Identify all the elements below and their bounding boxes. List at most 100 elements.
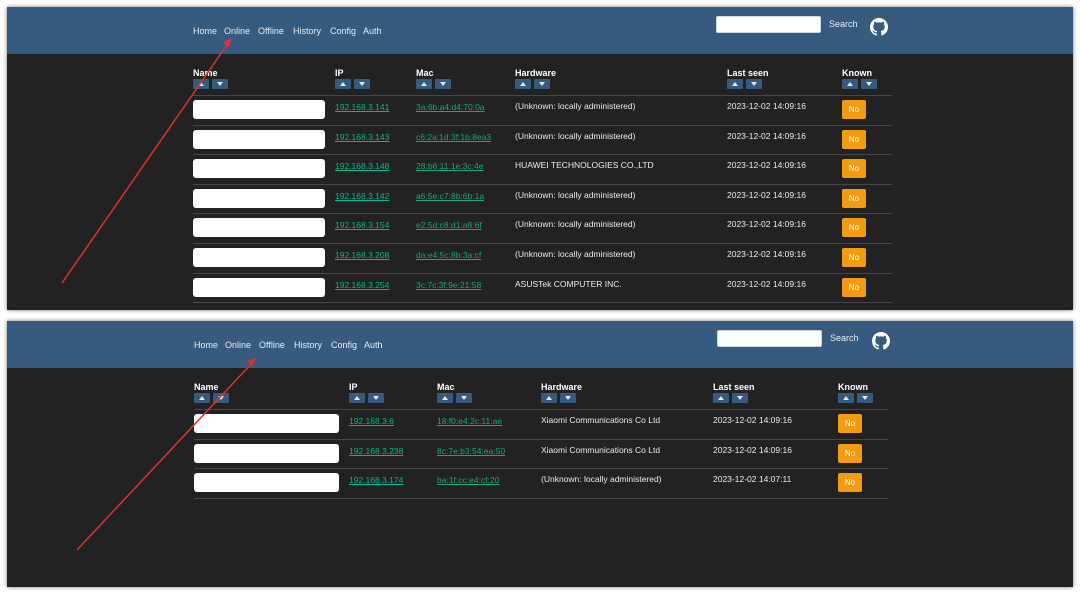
sort-descending-button[interactable] (368, 393, 384, 403)
sort-ascending-button[interactable] (541, 393, 557, 403)
device-name-input[interactable] (193, 278, 325, 297)
nav-link-offline[interactable]: Offline (258, 26, 284, 36)
known-toggle-button[interactable]: No (842, 218, 866, 237)
nav-link-home[interactable]: Home (193, 26, 217, 36)
sort-ascending-button[interactable] (842, 79, 858, 89)
ip-link[interactable]: 192.168.3.141 (335, 102, 389, 112)
nav-link-home[interactable]: Home (194, 340, 218, 350)
sort-descending-button[interactable] (534, 79, 550, 89)
last-seen-text: 2023-12-02 14:09:16 (727, 190, 806, 200)
nav-link-online[interactable]: Online (224, 26, 250, 36)
sort-controls-ip (349, 393, 384, 403)
column-header-mac: Mac (437, 382, 455, 392)
search-input[interactable] (717, 330, 822, 347)
navbar: Home Online Offline History Config Auth Search (7, 7, 1073, 54)
hardware-text: (Unknown: locally administered) (515, 219, 636, 229)
sort-ascending-button[interactable] (349, 393, 365, 403)
ip-link[interactable]: 192.168.3.238 (349, 446, 403, 456)
mac-link[interactable]: e2:5d:c8:d1:a8:6f (416, 220, 482, 230)
sort-up-icon (198, 82, 204, 86)
mac-link[interactable]: 3a:6b:a4:d4:70:0a (416, 102, 485, 112)
device-name-input[interactable] (193, 248, 325, 267)
column-header-hardware: Hardware (541, 382, 583, 392)
mac-link[interactable]: 8c:7e:b3:54:ea:50 (437, 446, 505, 456)
sort-descending-button[interactable] (857, 393, 873, 403)
sort-descending-button[interactable] (861, 79, 877, 89)
sort-controls-known (842, 79, 877, 89)
known-toggle-button[interactable]: No (842, 100, 866, 119)
device-name-input[interactable] (194, 414, 339, 433)
github-icon[interactable] (872, 332, 890, 350)
sort-ascending-button[interactable] (727, 79, 743, 89)
nav-link-offline[interactable]: Offline (259, 340, 285, 350)
nav-link-config[interactable]: Config (331, 340, 357, 350)
ip-link[interactable]: 192.168.3.142 (335, 191, 389, 201)
mac-link[interactable]: 18:f0:e4:2c:11:ae (437, 416, 502, 426)
row-divider (194, 468, 888, 469)
mac-link[interactable]: da:e4:5c:8b:3a:cf (416, 250, 481, 260)
known-toggle-button[interactable]: No (842, 248, 866, 267)
mac-link[interactable]: ba:1f:cc:e4:cf:20 (437, 475, 499, 485)
sort-ascending-button[interactable] (335, 79, 351, 89)
search-button[interactable]: Search (830, 333, 859, 343)
row-divider (193, 154, 892, 155)
sort-ascending-button[interactable] (713, 393, 729, 403)
search-button[interactable]: Search (829, 19, 858, 29)
github-icon[interactable] (870, 18, 888, 36)
sort-ascending-button[interactable] (193, 79, 209, 89)
sort-ascending-button[interactable] (194, 393, 210, 403)
hardware-text: Xiaomi Communications Co Ltd (541, 415, 661, 425)
nav-link-history[interactable]: History (293, 26, 321, 36)
known-toggle-button[interactable]: No (842, 130, 866, 149)
known-toggle-button[interactable]: No (838, 414, 862, 433)
nav-link-auth[interactable]: Auth (364, 340, 383, 350)
known-toggle-button[interactable]: No (838, 473, 862, 492)
device-name-input[interactable] (193, 218, 325, 237)
sort-descending-button[interactable] (560, 393, 576, 403)
sort-descending-button[interactable] (435, 79, 451, 89)
ip-link[interactable]: 192.168.3.174 (349, 475, 403, 485)
hardware-text: Xiaomi Communications Co Ltd (541, 445, 661, 455)
search-input[interactable] (716, 16, 821, 33)
device-name-input[interactable] (193, 100, 325, 119)
sort-ascending-button[interactable] (515, 79, 531, 89)
known-toggle-button[interactable]: No (842, 278, 866, 297)
mac-link[interactable]: a6:5e:c7:8b:6b:1a (416, 191, 484, 201)
column-header-last-seen: Last seen (727, 68, 769, 78)
ip-link[interactable]: 192.168.3.208 (335, 250, 389, 260)
sort-descending-button[interactable] (354, 79, 370, 89)
sort-descending-button[interactable] (212, 79, 228, 89)
ip-link[interactable]: 192.168.3.148 (335, 161, 389, 171)
ip-link[interactable]: 192.168.3.143 (335, 132, 389, 142)
ip-link[interactable]: 192.168.3.154 (335, 220, 389, 230)
mac-link[interactable]: 3c:7c:3f:9e:21:58 (416, 280, 481, 290)
nav-link-auth[interactable]: Auth (363, 26, 382, 36)
sort-descending-button[interactable] (213, 393, 229, 403)
sort-ascending-button[interactable] (838, 393, 854, 403)
nav-link-online[interactable]: Online (225, 340, 251, 350)
device-name-input[interactable] (194, 473, 339, 492)
sort-ascending-button[interactable] (416, 79, 432, 89)
sort-descending-button[interactable] (746, 79, 762, 89)
known-toggle-button[interactable]: No (838, 444, 862, 463)
ip-link[interactable]: 192.168.3.254 (335, 280, 389, 290)
device-name-input[interactable] (193, 159, 325, 178)
nav-link-config[interactable]: Config (330, 26, 356, 36)
ip-link[interactable]: 192.168.3.6 (349, 416, 394, 426)
device-name-input[interactable] (193, 130, 325, 149)
known-toggle-button[interactable]: No (842, 189, 866, 208)
device-name-input[interactable] (193, 189, 325, 208)
known-toggle-button[interactable]: No (842, 159, 866, 178)
sort-controls-mac (437, 393, 472, 403)
sort-ascending-button[interactable] (437, 393, 453, 403)
column-header-hardware: Hardware (515, 68, 557, 78)
nav-link-history[interactable]: History (294, 340, 322, 350)
mac-link[interactable]: c6:2a:1d:3f:1b:8ea3 (416, 132, 491, 142)
sort-controls-last-seen (713, 393, 748, 403)
sort-descending-button[interactable] (456, 393, 472, 403)
mac-link[interactable]: 28:b6:11:1e:3c:4e (416, 161, 483, 171)
sort-descending-button[interactable] (732, 393, 748, 403)
navbar: Home Online Offline History Config Auth Search (7, 321, 1073, 368)
last-seen-text: 2023-12-02 14:09:16 (727, 279, 806, 289)
device-name-input[interactable] (194, 444, 339, 463)
